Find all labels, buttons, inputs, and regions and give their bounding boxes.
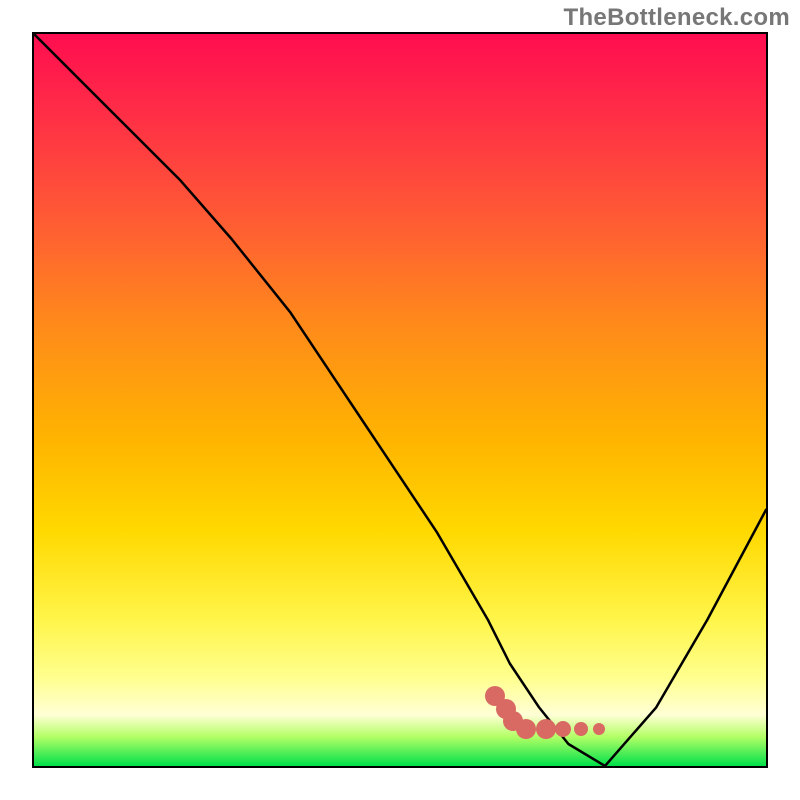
marker-layer	[34, 34, 766, 766]
marker-dot	[555, 721, 571, 737]
marker-dot	[574, 722, 588, 736]
watermark-text: TheBottleneck.com	[564, 4, 790, 32]
marker-dot	[593, 723, 605, 735]
chart-container: TheBottleneck.com	[0, 0, 800, 800]
plot-area	[32, 32, 768, 768]
marker-dot	[536, 719, 556, 739]
marker-dot	[516, 719, 536, 739]
